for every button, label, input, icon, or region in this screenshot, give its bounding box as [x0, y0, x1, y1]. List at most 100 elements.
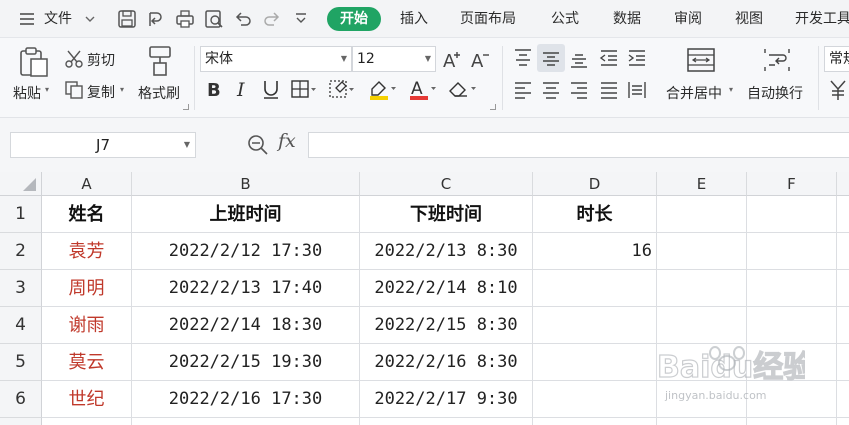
- column-header-g[interactable]: [837, 172, 849, 196]
- row-header-7[interactable]: [0, 418, 42, 425]
- bold-icon[interactable]: B: [206, 78, 224, 100]
- cell-g2[interactable]: [837, 233, 849, 270]
- cell-f4[interactable]: [747, 307, 837, 344]
- cell-c3[interactable]: 2022/2/14 8:10: [360, 270, 533, 307]
- merge-center-icon[interactable]: [686, 46, 716, 74]
- align-bottom-icon[interactable]: [568, 47, 590, 69]
- cell-f7[interactable]: [747, 418, 837, 425]
- copy-button[interactable]: 复制: [87, 82, 115, 102]
- decrease-font-icon[interactable]: A: [470, 48, 492, 70]
- cell-d2[interactable]: 16: [533, 233, 657, 270]
- number-format-select[interactable]: 常规: [824, 46, 849, 72]
- decrease-indent-icon[interactable]: [598, 47, 620, 69]
- zoom-icon[interactable]: [247, 134, 269, 156]
- cell-f6[interactable]: [747, 381, 837, 418]
- cell-b2[interactable]: 2022/2/12 17:30: [132, 233, 360, 270]
- tab-review[interactable]: 审阅: [674, 0, 702, 38]
- cell-f3[interactable]: [747, 270, 837, 307]
- cell-g1[interactable]: [837, 196, 849, 233]
- merge-dropdown-icon[interactable]: ▾: [729, 85, 733, 94]
- cell-b1[interactable]: 上班时间: [132, 196, 360, 233]
- cell-b7[interactable]: [132, 418, 360, 425]
- row-header-5[interactable]: 5: [0, 344, 42, 381]
- tab-formulas[interactable]: 公式: [551, 0, 579, 38]
- clipboard-group-expander[interactable]: [183, 104, 189, 110]
- more-icon[interactable]: [294, 9, 308, 29]
- cell-d1[interactable]: 时长: [533, 196, 657, 233]
- currency-icon[interactable]: [828, 78, 848, 102]
- row-header-1[interactable]: 1: [0, 196, 42, 233]
- tab-developer[interactable]: 开发工具: [795, 0, 849, 38]
- cell-b3[interactable]: 2022/2/13 17:40: [132, 270, 360, 307]
- cell-d4[interactable]: [533, 307, 657, 344]
- redo-icon[interactable]: [262, 9, 282, 29]
- tab-page-layout[interactable]: 页面布局: [460, 0, 516, 38]
- paste-icon[interactable]: [18, 46, 50, 78]
- formula-input[interactable]: [308, 132, 849, 158]
- increase-indent-icon[interactable]: [626, 47, 648, 69]
- align-right-icon[interactable]: [568, 79, 590, 101]
- highlight-color-icon[interactable]: [368, 77, 398, 101]
- cut-button[interactable]: 剪切: [87, 50, 115, 70]
- wrap-text-icon[interactable]: [762, 46, 792, 74]
- cell-c2[interactable]: 2022/2/13 8:30: [360, 233, 533, 270]
- copy-icon[interactable]: [64, 80, 84, 100]
- brush-icon[interactable]: [146, 44, 174, 78]
- font-group-expander[interactable]: [490, 104, 496, 110]
- italic-icon[interactable]: I: [234, 78, 252, 100]
- cell-e5[interactable]: [657, 344, 747, 381]
- tab-insert[interactable]: 插入: [400, 0, 428, 38]
- cell-a6[interactable]: 世纪: [42, 381, 132, 418]
- cell-c1[interactable]: 下班时间: [360, 196, 533, 233]
- cell-b4[interactable]: 2022/2/14 18:30: [132, 307, 360, 344]
- cell-a4[interactable]: 谢雨: [42, 307, 132, 344]
- cell-g3[interactable]: [837, 270, 849, 307]
- justify-icon[interactable]: [598, 79, 620, 101]
- cell-e4[interactable]: [657, 307, 747, 344]
- cell-f2[interactable]: [747, 233, 837, 270]
- print-icon[interactable]: [175, 9, 195, 29]
- cell-f5[interactable]: [747, 344, 837, 381]
- column-header-b[interactable]: B: [132, 172, 360, 196]
- cell-e1[interactable]: [657, 196, 747, 233]
- distributed-icon[interactable]: [626, 79, 648, 101]
- cell-g4[interactable]: [837, 307, 849, 344]
- insert-function-button[interactable]: fx: [278, 130, 296, 152]
- merge-center-button[interactable]: 合并居中: [666, 83, 722, 103]
- cell-a2[interactable]: 袁芳: [42, 233, 132, 270]
- cell-g5[interactable]: [837, 344, 849, 381]
- undo-icon[interactable]: [233, 9, 253, 29]
- cell-b5[interactable]: 2022/2/15 19:30: [132, 344, 360, 381]
- row-header-3[interactable]: 3: [0, 270, 42, 307]
- row-header-6[interactable]: 6: [0, 381, 42, 418]
- column-header-c[interactable]: C: [360, 172, 533, 196]
- column-header-e[interactable]: E: [657, 172, 747, 196]
- cell-c4[interactable]: 2022/2/15 8:30: [360, 307, 533, 344]
- border-icon[interactable]: [290, 78, 318, 100]
- column-header-f[interactable]: F: [747, 172, 837, 196]
- font-color-icon[interactable]: A: [408, 77, 438, 101]
- cell-a5[interactable]: 莫云: [42, 344, 132, 381]
- cell-a3[interactable]: 周明: [42, 270, 132, 307]
- cell-d6[interactable]: [533, 381, 657, 418]
- select-all-corner[interactable]: [0, 172, 42, 196]
- save-icon[interactable]: [117, 9, 137, 29]
- cell-e7[interactable]: [657, 418, 747, 425]
- align-middle-icon[interactable]: [540, 47, 562, 69]
- cell-b6[interactable]: 2022/2/16 17:30: [132, 381, 360, 418]
- increase-font-icon[interactable]: A: [442, 48, 464, 70]
- cell-f1[interactable]: [747, 196, 837, 233]
- column-header-a[interactable]: A: [42, 172, 132, 196]
- eraser-icon[interactable]: [446, 77, 478, 101]
- paste-dropdown-icon[interactable]: ▾: [45, 85, 49, 94]
- cell-d7[interactable]: [533, 418, 657, 425]
- align-center-icon[interactable]: [540, 79, 562, 101]
- cell-c6[interactable]: 2022/2/17 9:30: [360, 381, 533, 418]
- wrap-text-button[interactable]: 自动换行: [747, 83, 803, 103]
- row-header-2[interactable]: 2: [0, 233, 42, 270]
- copy-dropdown-icon[interactable]: ▾: [120, 85, 124, 94]
- cell-e6[interactable]: [657, 381, 747, 418]
- cell-e2[interactable]: [657, 233, 747, 270]
- fill-style-icon[interactable]: [328, 78, 356, 100]
- cell-e3[interactable]: [657, 270, 747, 307]
